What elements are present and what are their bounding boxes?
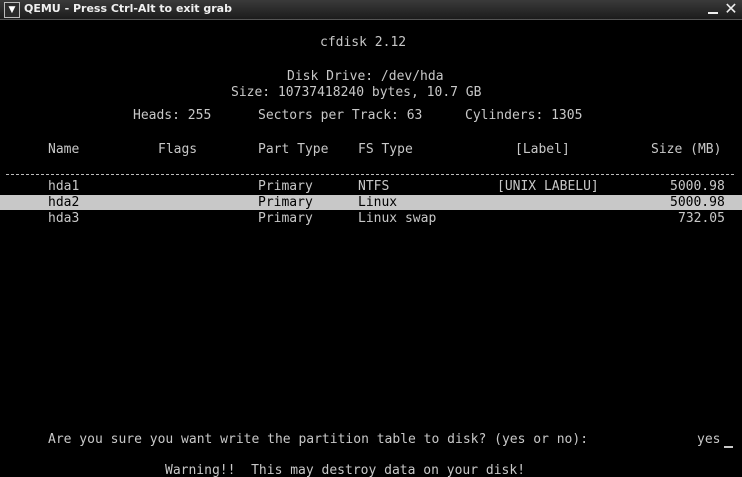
close-button[interactable]: ✕ [723,1,739,17]
warning-message: Warning!! This may destroy data on your … [165,463,526,477]
qemu-window: ▼ QEMU - Press Ctrl-Alt to exit grab ✕ c… [0,0,742,477]
partition-fs-type: NTFS [358,179,390,194]
terminal-screen[interactable]: cfdisk 2.12 Disk Drive: /dev/hda Size: 1… [0,20,742,477]
column-header-flags: Flags [158,142,198,157]
title-bar: ▼ QEMU - Press Ctrl-Alt to exit grab ✕ [0,0,742,20]
partition-size: 5000.98 [670,195,725,210]
heads-info: Heads: 255 [133,108,212,123]
program-title: cfdisk 2.12 [320,35,407,50]
cylinders-info: Cylinders: 1305 [465,108,583,123]
partition-fs-type: Linux [358,195,398,210]
column-header-name: Name [48,142,80,157]
window-title: QEMU - Press Ctrl-Alt to exit grab [24,2,232,15]
partition-type: Primary [258,179,313,194]
partition-fs-type: Linux swap [358,211,437,226]
partition-type: Primary [258,211,313,226]
text-cursor [724,446,733,448]
partition-name: hda1 [48,179,80,194]
disk-drive: Disk Drive: /dev/hda [287,69,444,84]
confirm-prompt: Are you sure you want write the partitio… [48,432,589,447]
partition-size: 5000.98 [670,179,725,194]
column-header-size: Size (MB) [651,142,722,157]
partition-label: [UNIX LABELU] [497,179,599,194]
column-header-part-type: Part Type [258,142,329,157]
partition-size: 732.05 [678,211,725,226]
partition-name: hda3 [48,211,80,226]
header-divider [6,174,734,175]
partition-name: hda2 [48,195,80,210]
minimize-button[interactable] [706,2,720,16]
sectors-info: Sectors per Track: 63 [258,108,423,123]
partition-type: Primary [258,195,313,210]
column-header-fs-type: FS Type [358,142,413,157]
confirm-answer-input[interactable]: yes [697,432,720,447]
column-header-label: [Label] [515,142,570,157]
disk-size: Size: 10737418240 bytes, 10.7 GB [231,85,482,100]
window-menu-button[interactable]: ▼ [4,2,20,18]
